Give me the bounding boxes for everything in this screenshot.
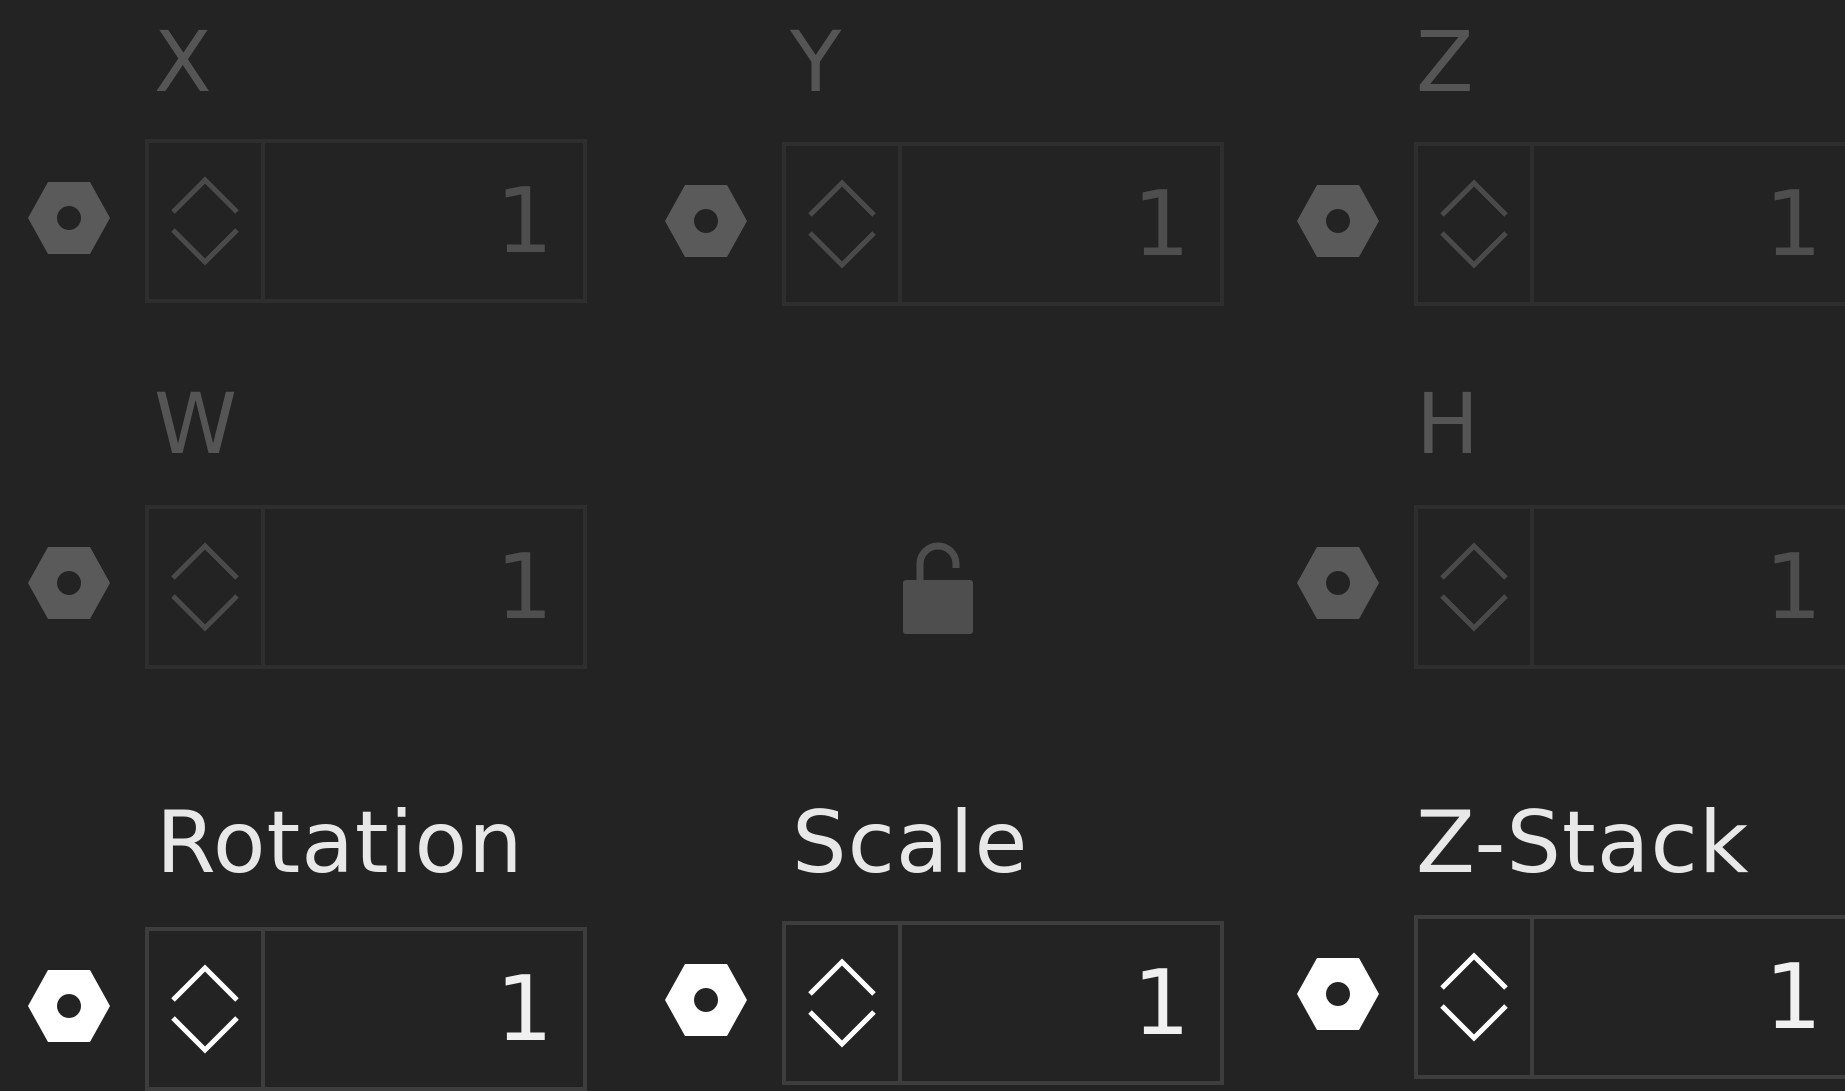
zstack-value-input[interactable]: 1 — [1534, 919, 1845, 1075]
zstack-decrement-chevron-down-icon[interactable] — [1438, 1002, 1510, 1042]
z-keyframe-icon[interactable] — [1296, 183, 1380, 259]
h-label: H — [1416, 375, 1481, 473]
scale-keyframe-icon[interactable] — [664, 962, 748, 1038]
rotation-increment-chevron-up-icon[interactable] — [169, 964, 241, 1004]
x-increment-chevron-up-icon[interactable] — [169, 176, 241, 216]
h-value-input[interactable]: 1 — [1534, 509, 1845, 665]
scale-increment-chevron-up-icon[interactable] — [806, 958, 878, 998]
h-decrement-chevron-down-icon[interactable] — [1438, 592, 1510, 632]
z-increment-chevron-up-icon[interactable] — [1438, 179, 1510, 219]
unlocked-padlock-icon[interactable] — [900, 536, 976, 636]
y-value-input[interactable]: 1 — [902, 146, 1220, 302]
w-increment-chevron-up-icon[interactable] — [169, 542, 241, 582]
x-value-input[interactable]: 1 — [265, 143, 583, 299]
rotation-decrement-chevron-down-icon[interactable] — [169, 1014, 241, 1054]
w-label: W — [154, 375, 239, 473]
h-increment-chevron-up-icon[interactable] — [1438, 542, 1510, 582]
z-spin-field[interactable]: 1 — [1414, 142, 1845, 306]
y-spin-field[interactable]: 1 — [782, 142, 1224, 306]
h-keyframe-icon[interactable] — [1296, 545, 1380, 621]
w-spin-field[interactable]: 1 — [145, 505, 587, 669]
zstack-keyframe-icon[interactable] — [1296, 956, 1380, 1032]
y-keyframe-icon[interactable] — [664, 183, 748, 259]
rotation-spin-field[interactable]: 1 — [145, 927, 587, 1091]
z-label: Z — [1416, 13, 1475, 111]
rotation-keyframe-icon[interactable] — [27, 968, 111, 1044]
rotation-label: Rotation — [156, 793, 524, 893]
scale-spin-field[interactable]: 1 — [782, 921, 1224, 1085]
zstack-spin-field[interactable]: 1 — [1414, 915, 1845, 1079]
zstack-increment-chevron-up-icon[interactable] — [1438, 952, 1510, 992]
x-decrement-chevron-down-icon[interactable] — [169, 226, 241, 266]
y-increment-chevron-up-icon[interactable] — [806, 179, 878, 219]
w-decrement-chevron-down-icon[interactable] — [169, 592, 241, 632]
x-spin-field[interactable]: 1 — [145, 139, 587, 303]
h-spin-field[interactable]: 1 — [1414, 505, 1845, 669]
y-label: Y — [790, 13, 843, 111]
scale-value-input[interactable]: 1 — [902, 925, 1220, 1081]
w-value-input[interactable]: 1 — [265, 509, 583, 665]
x-label: X — [154, 13, 213, 111]
z-decrement-chevron-down-icon[interactable] — [1438, 229, 1510, 269]
zstack-label: Z-Stack — [1416, 793, 1750, 893]
rotation-value-input[interactable]: 1 — [265, 931, 583, 1087]
scale-decrement-chevron-down-icon[interactable] — [806, 1008, 878, 1048]
z-value-input[interactable]: 1 — [1534, 146, 1845, 302]
x-keyframe-icon[interactable] — [27, 180, 111, 256]
scale-label: Scale — [792, 793, 1029, 893]
y-decrement-chevron-down-icon[interactable] — [806, 229, 878, 269]
w-keyframe-icon[interactable] — [27, 545, 111, 621]
